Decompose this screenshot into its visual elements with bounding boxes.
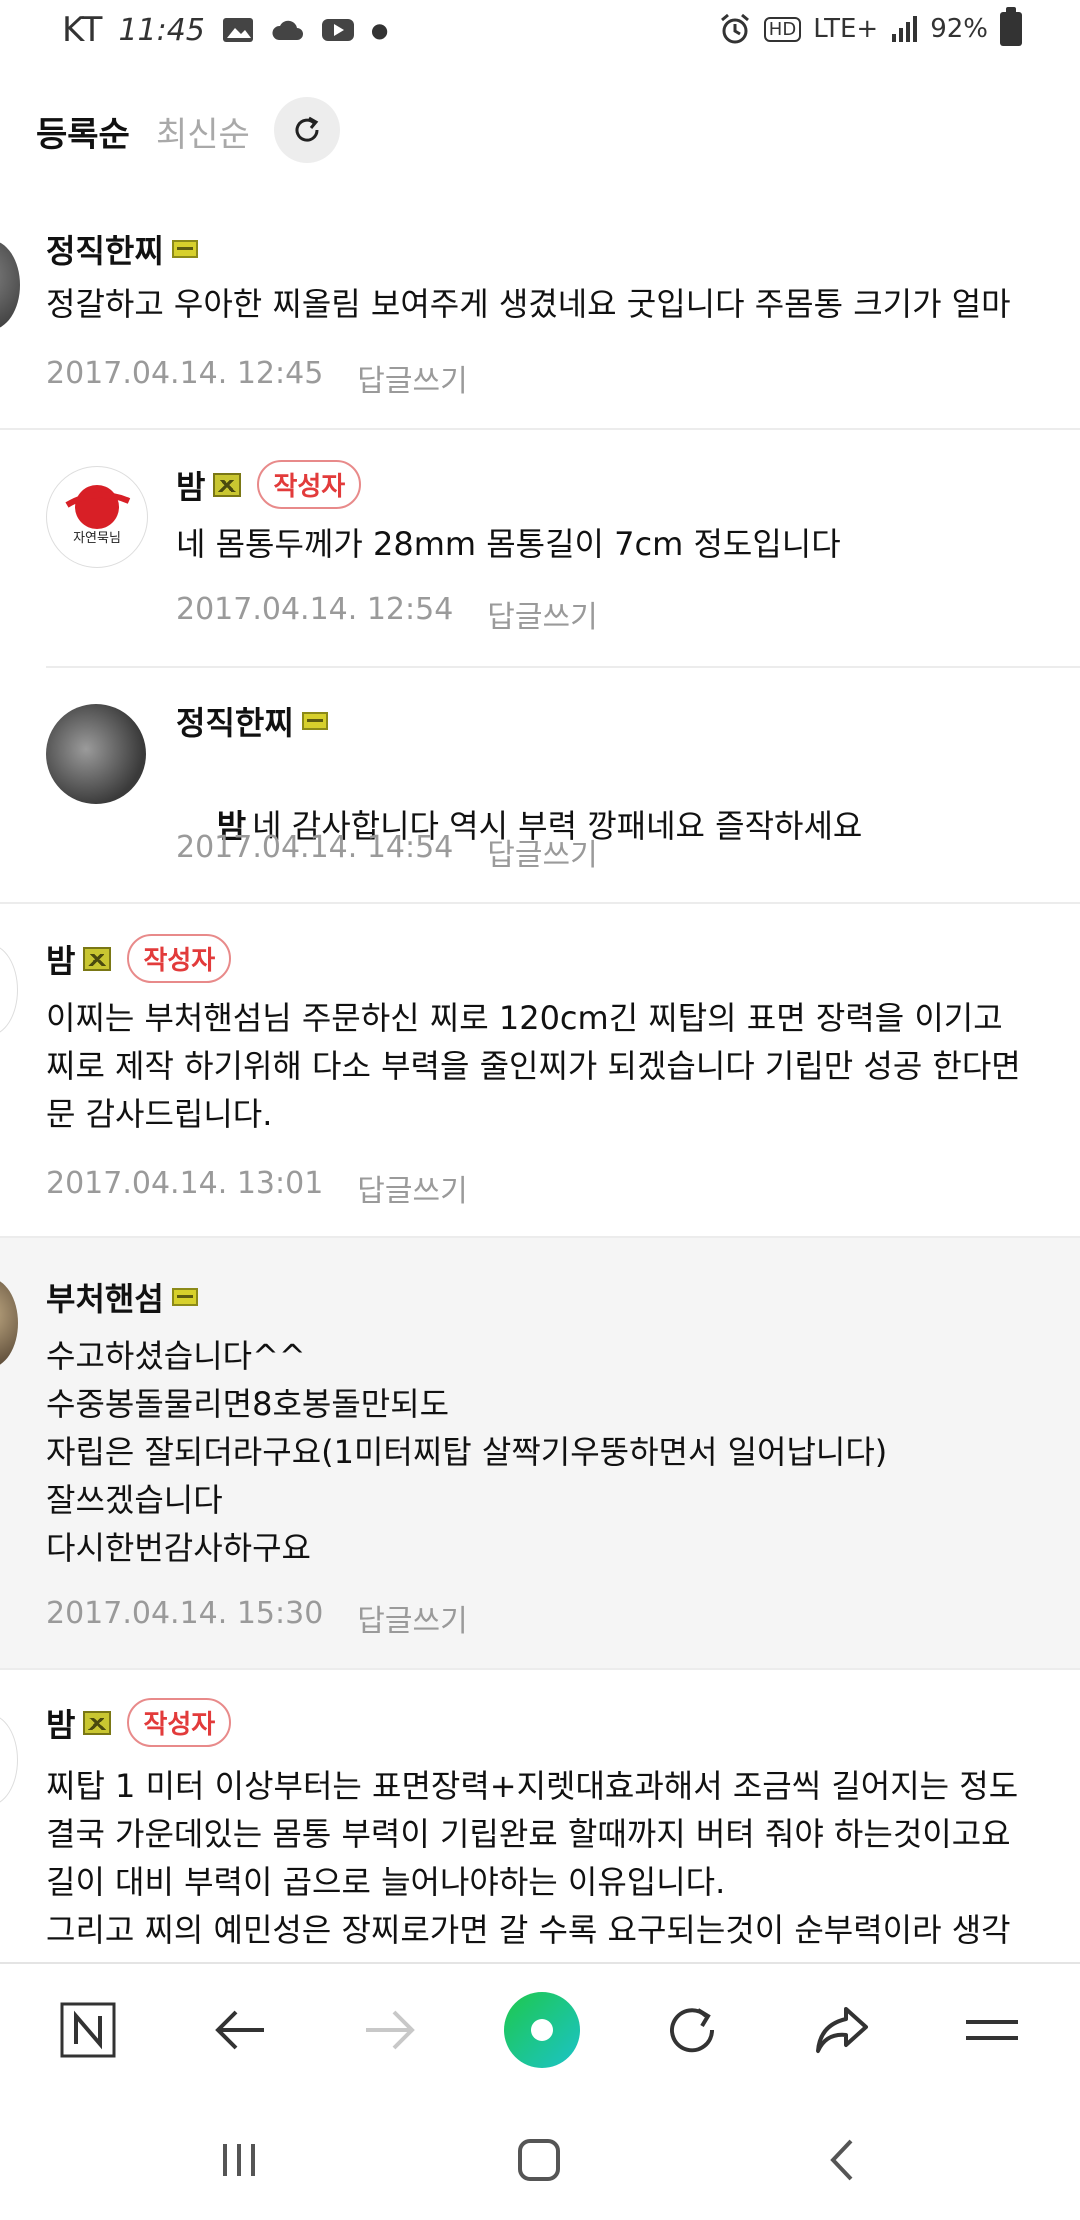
reply-item: 자연묵님 밤 작성자 네 몸통두께가 28mm 몸통길이 7cm 정도입니다 2… [0,430,1080,666]
comment-text: 정갈하고 우아한 찌올림 보여주게 생겼네요 굿입니다 주몸통 크기가 얼마 [46,285,1011,323]
sort-oldest[interactable]: 등록순 [36,107,130,156]
level-badge-icon [301,712,328,730]
reply-link[interactable]: 답글쓰기 [357,1596,467,1640]
comment-author[interactable]: 부처핸섬 [46,1274,164,1320]
avatar[interactable] [0,240,20,330]
comment-date: 2017.04.14. 12:54 [176,592,454,627]
comment-item: 부처핸섬 수고하셨습니다^^ 수중봉돌물리면8호봉돌만되도 자립은 잘되더라구요… [0,1236,1080,1670]
manager-badge-icon [83,946,112,971]
comment-text-line: 찌탑 1 미터 이상부터는 표면장력+지렛대효과해서 조금씩 길어지는 정도 [46,1767,1019,1805]
comment-date: 2017.04.14. 12:45 [46,356,324,391]
manager-badge-icon [213,472,242,497]
comment-text-line: 문 감사드립니다. [46,1095,273,1133]
network-type: LTE+ [813,14,879,44]
back-button[interactable] [200,1990,280,2070]
sort-newest[interactable]: 최신순 [156,107,250,156]
manager-badge-icon [83,1710,112,1735]
cloud-icon [272,20,303,40]
avatar[interactable] [0,1278,18,1368]
recent-apps-button[interactable] [204,2130,274,2190]
level-badge-icon [171,240,198,258]
comment-text-line: 자립은 잘되더라구요(1미터찌탑 살짝기우뚱하면서 일어납니다) [46,1433,888,1471]
naver-n-icon [60,2002,116,2058]
comment-text-line: 수중봉돌물리면8호봉돌만되도 [46,1385,450,1423]
comment-author[interactable]: 밤 [46,1700,75,1746]
avatar[interactable] [0,944,18,1036]
system-back-button[interactable] [808,2130,878,2190]
avatar[interactable] [46,704,146,804]
home-button[interactable] [504,2130,574,2190]
battery-icon [1000,7,1022,46]
author-tag: 작성자 [257,460,362,509]
reply-link[interactable]: 답글쓰기 [487,830,597,874]
reply-link[interactable]: 답글쓰기 [487,592,597,636]
comment-author[interactable]: 정직한찌 [46,226,164,272]
system-nav-bar [0,2100,1080,2220]
share-button[interactable] [802,1990,882,2070]
green-dot-button[interactable] [502,1990,582,2070]
status-bar: KT 11:45 ● HD LTE+ 92% [0,0,1080,64]
arrow-right-icon [366,2010,415,2050]
signal-icon [892,16,918,42]
avatar[interactable]: 자연묵님 [46,466,148,568]
comment-text: 밤네 감사합니다 역시 부력 깡패네요 즐작하세요 [176,754,863,898]
comment-text-line: 다시한번감사하구요 [46,1529,311,1567]
comment-item: 밤 작성자 찌탑 1 미터 이상부터는 표면장력+지렛대효과해서 조금씩 길어지… [0,1668,1080,1962]
reply-link[interactable]: 답글쓰기 [357,356,467,400]
reload-icon [670,2008,715,2053]
arrow-left-icon [215,2010,264,2050]
hamburger-menu-icon [966,2020,1018,2040]
youtube-icon [321,19,354,41]
comment-date: 2017.04.14. 15:30 [46,1596,324,1631]
brand-logo-icon: 자연묵님 [65,485,131,546]
refresh-icon [295,116,319,142]
comment-text-line: 이찌는 부처핸섬님 주문하신 찌로 120cm긴 찌탑의 표면 장력을 이기고 [46,999,1003,1037]
comment-date: 2017.04.14. 13:01 [46,1166,324,1201]
image-icon [222,18,253,42]
reply-item: 정직한찌 밤네 감사합니다 역시 부력 깡패네요 즐작하세요 2017.04.1… [0,668,1080,902]
carrier-label: KT [62,10,103,50]
hd-icon: HD [763,16,802,42]
green-dot-icon [504,1992,580,2068]
home-icon [518,2139,560,2181]
share-icon [816,2007,868,2053]
comment-author[interactable]: 정직한찌 [176,698,294,744]
browser-toolbar [0,1962,1080,2094]
alarm-icon [720,13,749,44]
comment-text-line: 찌로 제작 하기위해 다소 부력을 줄인찌가 되겠습니다 기립만 성공 한다면 [46,1047,1021,1085]
avatar[interactable] [0,1714,18,1806]
recent-apps-icon [223,2144,255,2176]
menu-button[interactable] [952,1990,1032,2070]
comment-text-line: 길이 대비 부력이 곱으로 늘어나야하는 이유입니다. [46,1863,726,1901]
level-badge-icon [171,1288,198,1306]
comment-text-line: 그리고 찌의 예민성은 장찌로가면 갈 수록 요구되는것이 순부력이라 생각 [46,1911,1011,1949]
comment-text-line: 수고하셨습니다^^ [46,1337,306,1375]
comment-author[interactable]: 밤 [176,462,205,508]
forward-button[interactable] [350,1990,430,2070]
comment-text: 네 몸통두께가 28mm 몸통길이 7cm 정도입니다 [176,525,841,563]
comment-text-line: 잘쓰겠습니다 [46,1481,223,1519]
battery-percent: 92% [930,14,988,44]
reload-button[interactable] [652,1990,732,2070]
clock: 11:45 [118,12,205,48]
refresh-comments-button[interactable] [274,97,340,163]
comment-author[interactable]: 밤 [46,936,75,982]
dot-icon: ● [370,18,389,42]
comment-date: 2017.04.14. 14:54 [176,830,454,865]
chevron-left-icon [830,2139,853,2181]
comment-item: 밤 작성자 이찌는 부처핸섬님 주문하신 찌로 120cm긴 찌탑의 표면 장력… [0,904,1080,1234]
comment-text-line: 결국 가운데있는 몸통 부력이 기립완료 할때까지 버텨 줘야 하는것이고요 [46,1815,1011,1853]
reply-link[interactable]: 답글쓰기 [357,1166,467,1210]
sort-bar: 등록순 최신순 [0,96,1080,166]
comment-item: 정직한찌 정갈하고 우아한 찌올림 보여주게 생겼네요 굿입니다 주몸통 크기가… [0,210,1080,430]
author-tag: 작성자 [127,1698,232,1747]
svg-text:자연묵님: 자연묵님 [73,531,121,546]
naver-home-button[interactable] [48,1990,128,2070]
author-tag: 작성자 [127,934,232,983]
